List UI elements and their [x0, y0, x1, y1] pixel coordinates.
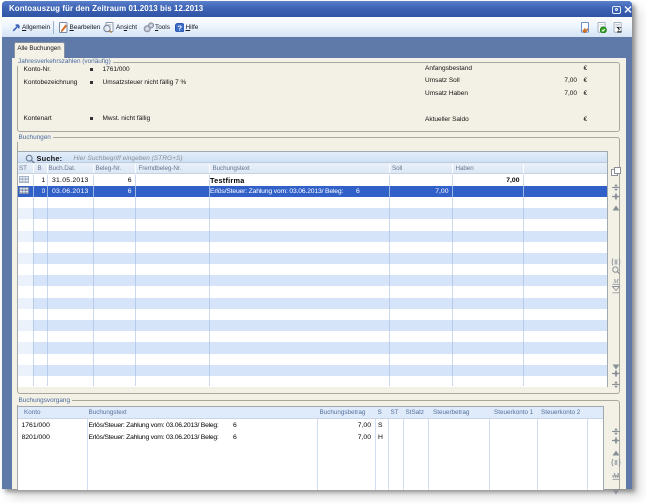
svg-text:M: M [612, 471, 620, 480]
svg-text:?: ? [177, 23, 182, 32]
svg-text:Σ: Σ [617, 25, 622, 33]
